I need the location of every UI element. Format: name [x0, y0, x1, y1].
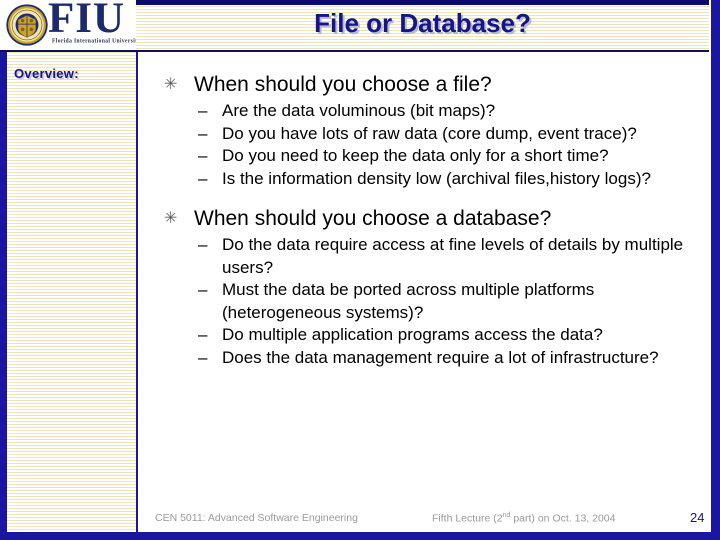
footer-lecture-prefix: Fifth Lecture (2	[432, 512, 503, 525]
header-bottom-rule	[0, 50, 711, 52]
bullet-level1: ✳ When should you choose a file?	[160, 72, 688, 98]
sidebar-heading: Overview:	[14, 66, 79, 81]
bullet-level2-text: Do you need to keep the data only for a …	[222, 146, 609, 165]
fiu-logo: FIU Florida International University	[0, 0, 136, 50]
bullet-level2: – Does the data management require a lot …	[160, 347, 688, 370]
dash-bullet-icon: –	[198, 280, 208, 299]
bullet-level1-text: When should you choose a file?	[194, 73, 492, 96]
bullet-level2-text: Do multiple application programs access …	[222, 325, 603, 344]
slide-body: ✳ When should you choose a file? – Are the …	[160, 72, 688, 369]
slide-canvas: FIU Florida International University Fil…	[0, 0, 720, 540]
frame-right-border	[711, 0, 720, 540]
dash-bullet-icon: –	[198, 235, 208, 254]
bullet-level2-text: Are the data voluminous (bit maps)?	[222, 101, 496, 120]
asterisk-bullet-icon: ✳	[164, 76, 178, 93]
bullet-level2: – Do the data require access at fine leve…	[160, 234, 688, 279]
asterisk-bullet-icon: ✳	[164, 210, 178, 227]
bullet-level2-text: Do you have lots of raw data (core dump,…	[222, 123, 637, 143]
bullet-level2-text: Does the data management require a lot o…	[222, 347, 659, 367]
frame-bottom-border	[0, 532, 720, 540]
sidebar-left-border	[0, 52, 7, 540]
dash-bullet-icon: –	[198, 347, 208, 367]
slide-footer: CEN 5011: Advanced Software Engineering …	[0, 508, 711, 532]
sidebar: Overview:	[0, 52, 136, 540]
dash-bullet-icon: –	[198, 325, 208, 344]
dash-bullet-icon: –	[198, 168, 208, 188]
footer-course: CEN 5011: Advanced Software Engineering	[155, 512, 358, 524]
footer-lecture: Fifth Lecture (2nd part) on Oct. 13, 200…	[432, 512, 615, 525]
footer-lecture-suffix: part) on Oct. 13, 2004	[510, 512, 616, 525]
sub-bullet-list: – Do the data require access at fine leve…	[160, 234, 688, 369]
bullet-level2: – Are the data voluminous (bit maps)?	[160, 100, 688, 123]
dash-bullet-icon: –	[198, 146, 208, 165]
bullet-level2: – Is the information density low (archiva…	[160, 168, 688, 191]
dash-bullet-icon: –	[198, 101, 208, 120]
bullet-level2-text: Do the data require access at fine level…	[222, 235, 684, 277]
bullet-level2: – Must the data be ported across multiple…	[160, 279, 688, 324]
sidebar-right-border	[136, 52, 138, 540]
fiu-logo-subtitle: Florida International University	[52, 38, 136, 45]
bullet-level2: – Do multiple application programs access…	[160, 324, 688, 347]
page-title: File or Database?	[314, 8, 531, 38]
page-number: 24	[690, 510, 705, 525]
bullet-level2-text: Is the information density low (archival…	[222, 168, 651, 188]
bullet-level1: ✳ When should you choose a database?	[160, 206, 688, 232]
bullet-level2-text: Must the data be ported across multiple …	[222, 280, 595, 322]
sub-bullet-list: – Are the data voluminous (bit maps)? – Do …	[160, 100, 688, 190]
fiu-logo-letters: FIU	[48, 0, 126, 42]
bullet-level1-text: When should you choose a database?	[194, 207, 552, 230]
fiu-seal-icon	[6, 4, 48, 46]
bullet-level2: – Do you need to keep the data only for a…	[160, 145, 688, 168]
bullet-level2: – Do you have lots of raw data (core dump…	[160, 123, 688, 146]
dash-bullet-icon: –	[198, 123, 208, 143]
